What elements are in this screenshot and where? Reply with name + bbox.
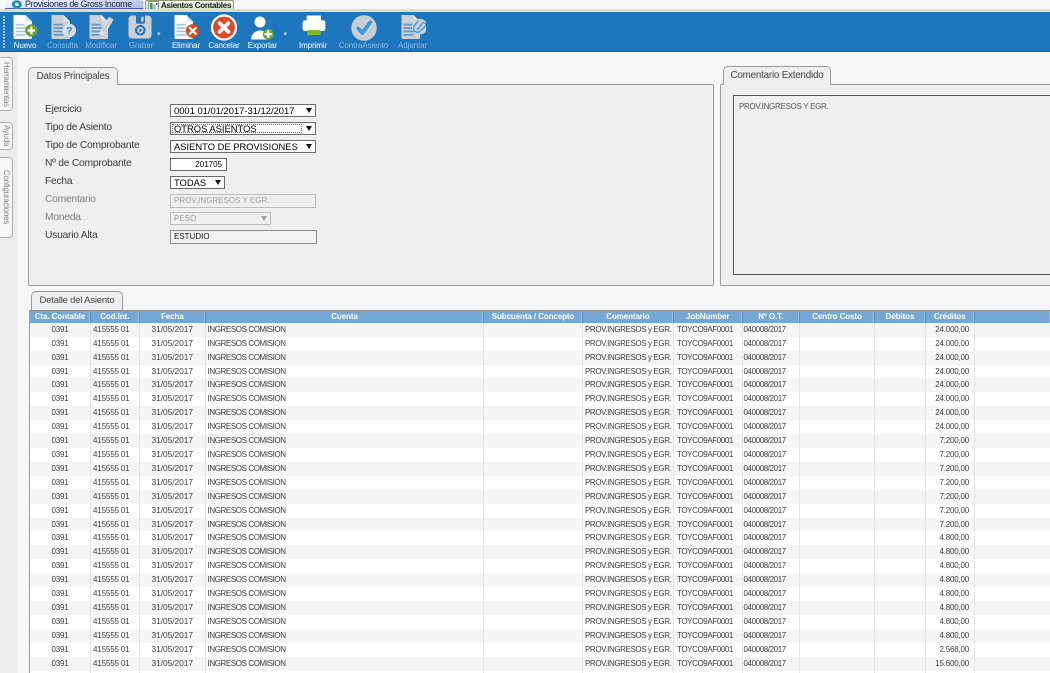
svg-text:?: ? [66, 25, 72, 37]
